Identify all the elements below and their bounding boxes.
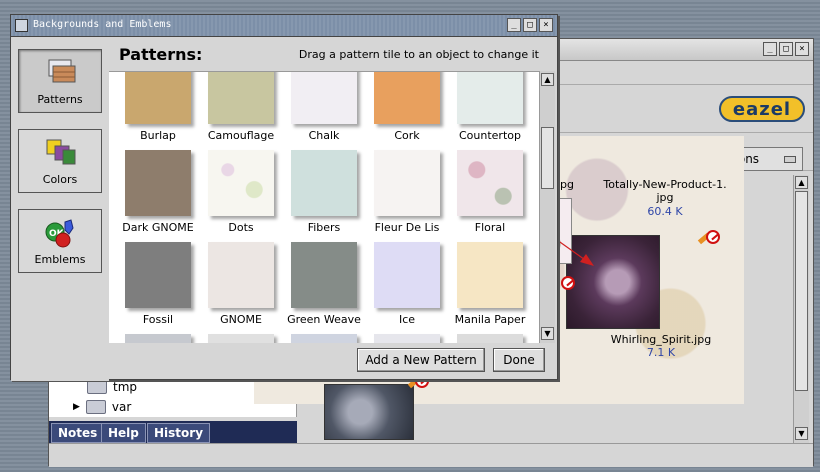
- window-menu-icon[interactable]: [15, 19, 28, 32]
- maximize-button[interactable]: □: [779, 42, 793, 56]
- minimize-button[interactable]: _: [507, 18, 521, 32]
- dialog-titlebar[interactable]: Backgrounds and Emblems _ □ ×: [11, 15, 557, 37]
- category-panel: Patterns Colors OK Emblems: [11, 37, 109, 381]
- pattern-tile-dots[interactable]: [208, 150, 274, 216]
- patterns-icon: [48, 59, 76, 83]
- category-label: Patterns: [37, 93, 83, 106]
- add-new-pattern-button[interactable]: Add a New Pattern: [357, 348, 485, 372]
- pattern-tile-manila-paper[interactable]: [457, 242, 523, 308]
- tab-history[interactable]: History: [147, 423, 211, 443]
- close-button[interactable]: ×: [795, 42, 809, 56]
- pattern-tile-camouflage[interactable]: [208, 72, 274, 124]
- sidebar-tabs: Notes Help History: [49, 421, 297, 443]
- tab-help[interactable]: Help: [101, 423, 146, 443]
- partial-file-label[interactable]: jpg: [557, 178, 574, 191]
- tab-notes[interactable]: Notes: [51, 423, 105, 443]
- patterns-header: Patterns:: [119, 45, 203, 64]
- expander-icon[interactable]: ▶: [73, 397, 80, 417]
- dropdown-arrow-icon: [784, 156, 796, 163]
- dialog-title: Backgrounds and Emblems: [33, 19, 172, 30]
- done-button[interactable]: Done: [493, 348, 545, 372]
- pattern-tile-burlap[interactable]: [125, 72, 191, 124]
- category-emblems-button[interactable]: OK Emblems: [18, 209, 102, 273]
- no-entry-emblem-icon: [706, 230, 720, 244]
- pattern-tile[interactable]: [125, 334, 191, 343]
- category-colors-button[interactable]: Colors: [18, 129, 102, 193]
- pattern-grid: Burlap Camouflage Chalk Cork Countertop …: [109, 71, 539, 343]
- pattern-tile-countertop[interactable]: [457, 72, 523, 124]
- file-size-label: 60.4 K: [647, 205, 683, 218]
- pattern-grid-scrollbar[interactable]: ▲ ▼: [539, 71, 555, 343]
- category-label: Colors: [42, 173, 78, 186]
- file-name-label[interactable]: Whirling_Spirit.jpg: [586, 333, 736, 346]
- pattern-tile-ice[interactable]: [374, 242, 440, 308]
- icon-view-scrollbar[interactable]: ▲ ▼: [793, 175, 809, 443]
- pattern-tile-fleur-de-lis[interactable]: [374, 150, 440, 216]
- pattern-tile[interactable]: [374, 334, 440, 343]
- eazel-logo[interactable]: eazel: [719, 96, 805, 122]
- close-button[interactable]: ×: [539, 18, 553, 32]
- backgrounds-emblems-dialog: Backgrounds and Emblems _ □ × Patterns C…: [10, 14, 558, 381]
- scroll-up-icon[interactable]: ▲: [541, 73, 554, 86]
- category-label: Emblems: [34, 253, 86, 266]
- pattern-tile[interactable]: [208, 334, 274, 343]
- file-thumbnail[interactable]: [566, 235, 660, 329]
- tree-item-label: tmp: [113, 380, 138, 394]
- pattern-tile-dark-gnome[interactable]: [125, 150, 191, 216]
- minimize-button[interactable]: _: [763, 42, 777, 56]
- pattern-tile-green-weave[interactable]: [291, 242, 357, 308]
- status-bar: [49, 443, 813, 467]
- pattern-tile[interactable]: [457, 334, 523, 343]
- pattern-tile[interactable]: [291, 334, 357, 343]
- scroll-down-icon[interactable]: ▼: [541, 327, 554, 340]
- pattern-tile-gnome[interactable]: [208, 242, 274, 308]
- colors-icon: [46, 139, 76, 165]
- category-patterns-button[interactable]: Patterns: [18, 49, 102, 113]
- tree-item[interactable]: ▶ var: [73, 397, 131, 417]
- patterns-hint: Drag a pattern tile to an object to chan…: [298, 48, 539, 61]
- scroll-thumb[interactable]: [541, 127, 554, 189]
- pattern-tile-label: Manila Paper: [454, 313, 526, 326]
- pattern-tile-label: Floral: [474, 221, 506, 234]
- emblems-icon: OK: [45, 219, 74, 248]
- folder-icon: [87, 380, 107, 394]
- no-entry-emblem-icon: [561, 276, 575, 290]
- file-name-label[interactable]: Totally-New-Product-1. jpg: [590, 178, 740, 204]
- scroll-up-icon[interactable]: ▲: [795, 176, 808, 189]
- scroll-down-icon[interactable]: ▼: [795, 427, 808, 440]
- pattern-tile-label: Countertop: [459, 129, 521, 142]
- file-size-label: 7.1 K: [646, 346, 676, 359]
- pattern-tile-floral[interactable]: [457, 150, 523, 216]
- folder-icon: [85, 400, 106, 414]
- pattern-tile-fossil[interactable]: [125, 242, 191, 308]
- scroll-thumb[interactable]: [795, 191, 808, 391]
- pattern-tile-fibers[interactable]: [291, 150, 357, 216]
- pattern-tile-cork[interactable]: [374, 72, 440, 124]
- pattern-tile-chalk[interactable]: [291, 72, 357, 124]
- maximize-button[interactable]: □: [523, 18, 537, 32]
- file-thumbnail[interactable]: [324, 384, 414, 440]
- tree-item-label: var: [111, 400, 132, 414]
